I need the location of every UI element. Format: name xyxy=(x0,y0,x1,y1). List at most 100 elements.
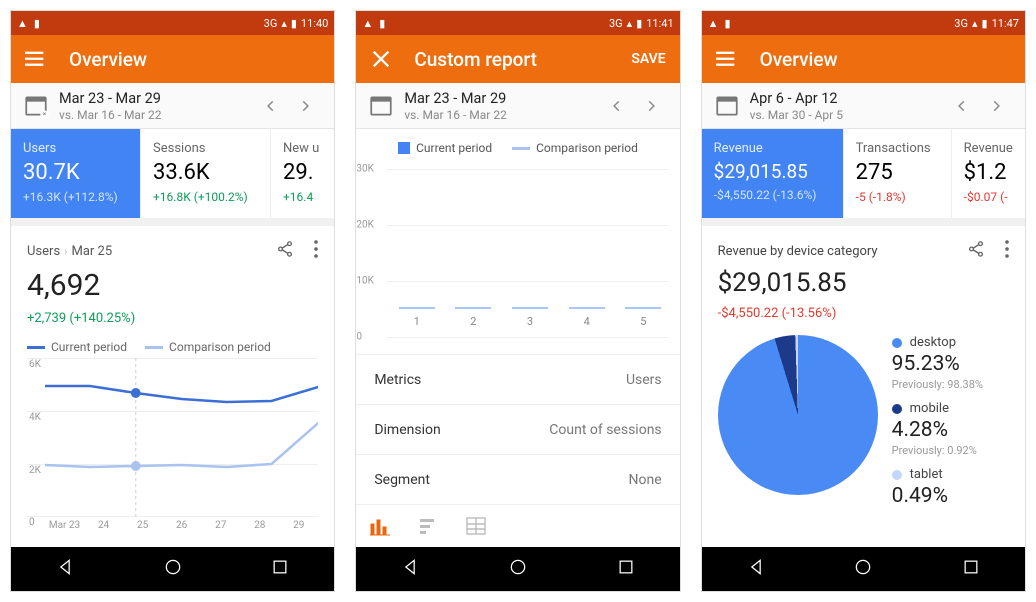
overflow-icon[interactable] xyxy=(1005,240,1009,262)
date-range-row[interactable]: Apr 6 - Apr 12 vs. Mar 30 - Apr 5 xyxy=(702,83,1025,129)
clock: 11:47 xyxy=(992,17,1019,30)
detail-delta: +2,739 (+140.25%) xyxy=(27,311,318,326)
app-title: Custom report xyxy=(414,48,537,71)
chevron-right-icon[interactable] xyxy=(979,89,1013,123)
metric-sessions[interactable]: Sessions 33.6K +16.8K (+100.2%) xyxy=(141,129,271,218)
status-bar: ▲▮ 3G▴▮11:41 xyxy=(356,11,679,35)
share-icon[interactable] xyxy=(967,240,985,262)
home-icon[interactable] xyxy=(508,557,528,581)
pie-chart[interactable] xyxy=(718,335,878,495)
legend-tablet: tablet 0.49% xyxy=(892,467,983,508)
legend-desktop: desktop 95.23% Previously: 98.38% xyxy=(892,335,983,391)
sd-card-icon: ▮ xyxy=(725,17,731,30)
app-title: Overview xyxy=(69,48,147,71)
date-compare: vs. Mar 30 - Apr 5 xyxy=(750,108,945,122)
row-metrics[interactable]: MetricsUsers xyxy=(356,354,679,404)
config-rows: MetricsUsers DimensionCount of sessions … xyxy=(356,354,679,504)
app-bar: Overview xyxy=(702,35,1025,83)
chevron-left-icon[interactable] xyxy=(600,89,634,123)
network-icon: 3G xyxy=(609,17,623,30)
date-compare: vs. Mar 16 - Mar 22 xyxy=(404,108,599,122)
warning-icon: ▲ xyxy=(708,17,719,30)
android-nav-bar xyxy=(11,547,334,591)
detail-card: Users›Mar 25 4,692 +2,739 (+140.25%) Cur… xyxy=(11,226,334,547)
save-button[interactable]: SAVE xyxy=(631,51,665,67)
warning-icon: ▲ xyxy=(362,17,373,30)
clock: 11:40 xyxy=(301,17,328,30)
date-compare: vs. Mar 16 - Mar 22 xyxy=(59,108,254,122)
metric-users[interactable]: Users 30.7K +16.3K (+112.8%) xyxy=(11,129,141,218)
sd-card-icon: ▮ xyxy=(34,17,40,30)
row-dimension[interactable]: DimensionCount of sessions xyxy=(356,404,679,454)
metric-cards[interactable]: Users 30.7K +16.3K (+112.8%) Sessions 33… xyxy=(11,129,334,218)
battery-icon: ▮ xyxy=(291,17,297,30)
android-nav-bar xyxy=(702,547,1025,591)
home-icon[interactable] xyxy=(163,557,183,581)
share-icon[interactable] xyxy=(276,240,294,262)
card-title: Revenue by device category xyxy=(718,244,878,259)
metric-cards[interactable]: Revenue $29,015.85 -$4,550.22 (-13.6%) T… xyxy=(702,129,1025,218)
chevron-left-icon[interactable] xyxy=(254,89,288,123)
metric-new-users[interactable]: New u 29. +16.4 xyxy=(271,129,334,218)
date-range: Mar 23 - Mar 29 xyxy=(404,90,599,107)
date-range-row[interactable]: Mar 23 - Mar 29 vs. Mar 16 - Mar 22 xyxy=(356,83,679,129)
recents-icon[interactable] xyxy=(961,557,981,581)
app-bar: Overview xyxy=(11,35,334,83)
menu-icon[interactable] xyxy=(25,48,47,70)
signal-icon: ▴ xyxy=(627,17,633,30)
overflow-icon[interactable] xyxy=(314,240,318,262)
signal-icon: ▴ xyxy=(281,17,287,30)
phone-screen-2: ▲▮ 3G▴▮11:41 Custom report SAVE Mar 23 -… xyxy=(355,10,680,592)
home-icon[interactable] xyxy=(853,557,873,581)
detail-delta: -$4,550.22 (-13.56%) xyxy=(718,306,1009,321)
detail-card: Revenue by device category $29,015.85 -$… xyxy=(702,226,1025,547)
battery-icon: ▮ xyxy=(982,17,988,30)
date-range: Apr 6 - Apr 12 xyxy=(750,90,945,107)
date-range: Mar 23 - Mar 29 xyxy=(59,90,254,107)
chevron-right-icon[interactable] xyxy=(634,89,668,123)
phone-screen-1: ▲ ▮ 3G ▴ ▮ 11:40 Overview Mar 23 - Mar 2… xyxy=(10,10,335,592)
recents-icon[interactable] xyxy=(616,557,636,581)
calendar-icon xyxy=(23,93,49,119)
close-icon[interactable] xyxy=(370,48,392,70)
row-segment[interactable]: SegmentNone xyxy=(356,454,679,504)
warning-icon: ▲ xyxy=(17,17,28,30)
detail-value: $29,015.85 xyxy=(718,268,1009,298)
pie-legend: desktop 95.23% Previously: 98.38% mobile… xyxy=(892,335,983,508)
metric-transactions[interactable]: Transactions 275 -5 (-1.8%) xyxy=(844,129,952,218)
chevron-right-icon[interactable] xyxy=(288,89,322,123)
breadcrumb: Users›Mar 25 xyxy=(27,244,112,259)
metric-revenue-per[interactable]: Revenue $1.2 -$0.07 (- xyxy=(952,129,1025,218)
line-chart[interactable]: 6K 4K 2K 0 xyxy=(27,358,318,518)
view-toggle-bar xyxy=(356,504,679,547)
chevron-left-icon[interactable] xyxy=(945,89,979,123)
calendar-icon xyxy=(368,93,394,119)
chart-legend: Current period Comparison period xyxy=(356,129,679,159)
back-icon[interactable] xyxy=(400,557,420,581)
sd-card-icon: ▮ xyxy=(379,17,385,30)
android-nav-bar xyxy=(356,547,679,591)
app-bar: Custom report SAVE xyxy=(356,35,679,83)
signal-icon: ▴ xyxy=(972,17,978,30)
menu-icon[interactable] xyxy=(716,48,738,70)
battery-icon: ▮ xyxy=(636,17,642,30)
back-icon[interactable] xyxy=(746,557,766,581)
bar-chart[interactable]: 30K 20K 10K 0 1 2 3 4 5 xyxy=(356,159,679,354)
status-bar: ▲ ▮ 3G ▴ ▮ 11:40 xyxy=(11,11,334,35)
date-range-row[interactable]: Mar 23 - Mar 29 vs. Mar 16 - Mar 22 xyxy=(11,83,334,129)
calendar-icon xyxy=(714,93,740,119)
back-icon[interactable] xyxy=(55,557,75,581)
horizontal-bar-icon[interactable] xyxy=(418,516,438,536)
bar-chart-icon[interactable] xyxy=(370,516,390,536)
clock: 11:41 xyxy=(646,17,673,30)
recents-icon[interactable] xyxy=(270,557,290,581)
network-icon: 3G xyxy=(954,17,968,30)
phone-screen-3: ▲ ▮ 3G ▴ ▮ 11:47 Overview Apr 6 - Apr 12 vs.… xyxy=(701,10,1026,592)
chart-legend: Current period Comparison period xyxy=(27,340,318,354)
app-title: Overview xyxy=(760,48,838,71)
legend-mobile: mobile 4.28% Previously: 0.92% xyxy=(892,401,983,457)
detail-value: 4,692 xyxy=(27,268,318,303)
table-icon[interactable] xyxy=(466,516,486,536)
network-icon: 3G xyxy=(264,17,278,30)
metric-revenue[interactable]: Revenue $29,015.85 -$4,550.22 (-13.6%) xyxy=(702,129,844,218)
